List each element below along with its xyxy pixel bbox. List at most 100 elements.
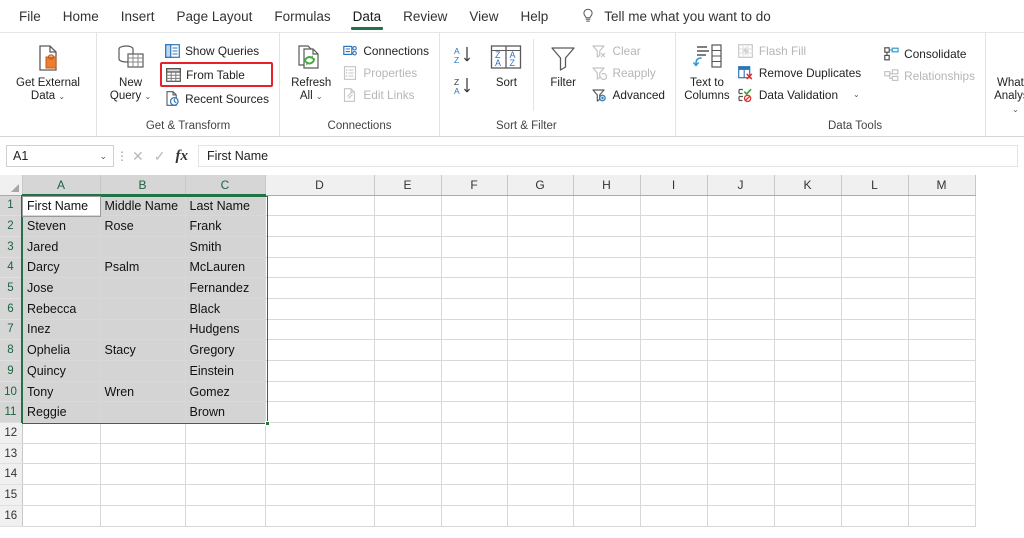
cell-A8[interactable]: Ophelia [22, 339, 101, 361]
cell-A3[interactable]: Jared [22, 236, 101, 258]
row-header-9[interactable]: 9 [0, 360, 23, 382]
cell-H10[interactable] [573, 381, 641, 403]
cell-G3[interactable] [507, 236, 574, 258]
cell-E10[interactable] [374, 381, 442, 403]
cell-D13[interactable] [265, 443, 375, 465]
cell-K10[interactable] [774, 381, 842, 403]
cell-G7[interactable] [507, 319, 574, 341]
cell-J7[interactable] [707, 319, 775, 341]
cell-J9[interactable] [707, 360, 775, 382]
cell-H11[interactable] [573, 401, 641, 424]
tell-me-search[interactable]: Tell me what you want to do [581, 8, 771, 24]
chevron-down-icon[interactable]: ⌄ [853, 90, 860, 99]
cell-L3[interactable] [841, 236, 909, 258]
row-header-4[interactable]: 4 [0, 257, 23, 279]
row-header-12[interactable]: 12 [0, 422, 23, 444]
row-header-2[interactable]: 2 [0, 215, 23, 237]
name-box[interactable]: A1 ⌄ [6, 145, 114, 167]
cell-K1[interactable] [774, 195, 842, 217]
cell-G2[interactable] [507, 215, 574, 237]
what-if-analysis-button[interactable]: What-If Analysis ⌄ [992, 39, 1024, 116]
cell-L5[interactable] [841, 277, 909, 299]
ribbon-tab-file[interactable]: File [8, 0, 52, 33]
cell-M13[interactable] [908, 443, 976, 465]
cell-B3[interactable] [100, 236, 186, 258]
cell-E8[interactable] [374, 339, 442, 361]
ribbon-tab-formulas[interactable]: Formulas [263, 0, 341, 33]
cell-M4[interactable] [908, 257, 976, 279]
cell-F9[interactable] [441, 360, 508, 382]
cell-G9[interactable] [507, 360, 574, 382]
row-header-1[interactable]: 1 [0, 195, 23, 217]
cell-J11[interactable] [707, 401, 775, 424]
column-header-I[interactable]: I [640, 175, 708, 196]
cell-G15[interactable] [507, 484, 574, 506]
cell-I10[interactable] [640, 381, 708, 403]
chevron-down-icon[interactable]: ⌄ [58, 92, 65, 101]
cell-F10[interactable] [441, 381, 508, 403]
cell-L15[interactable] [841, 484, 909, 506]
advanced-filter-button[interactable]: Advanced [588, 84, 669, 105]
cell-B4[interactable]: Psalm [100, 257, 186, 279]
cell-A2[interactable]: Steven [22, 215, 101, 237]
cell-C2[interactable]: Frank [185, 215, 266, 237]
formula-bar-grip[interactable]: ⋮ [114, 149, 130, 163]
cell-F13[interactable] [441, 443, 508, 465]
get-external-data-button[interactable]: Get External Data ⌄ [6, 39, 90, 103]
cell-J6[interactable] [707, 298, 775, 320]
cell-F11[interactable] [441, 401, 508, 424]
cell-M5[interactable] [908, 277, 976, 299]
cell-I14[interactable] [640, 463, 708, 486]
cell-I5[interactable] [640, 277, 708, 299]
cell-F12[interactable] [441, 422, 508, 444]
cell-F2[interactable] [441, 215, 508, 237]
cell-H3[interactable] [573, 236, 641, 258]
cell-L6[interactable] [841, 298, 909, 320]
cell-A10[interactable]: Tony [22, 381, 101, 403]
row-header-10[interactable]: 10 [0, 381, 23, 403]
cell-G6[interactable] [507, 298, 574, 320]
cell-F5[interactable] [441, 277, 508, 299]
cell-M14[interactable] [908, 463, 976, 486]
cell-C14[interactable] [185, 463, 266, 486]
cell-A14[interactable] [22, 463, 101, 486]
cell-M8[interactable] [908, 339, 976, 361]
cell-K12[interactable] [774, 422, 842, 444]
ribbon-tab-insert[interactable]: Insert [110, 0, 166, 33]
text-to-columns-button[interactable]: Text to Columns [682, 39, 732, 103]
cell-A16[interactable] [22, 505, 101, 527]
cell-B16[interactable] [100, 505, 186, 527]
cell-A11[interactable]: Reggie [22, 401, 101, 424]
cell-I6[interactable] [640, 298, 708, 320]
cell-D7[interactable] [265, 319, 375, 341]
cell-C6[interactable]: Black [185, 298, 266, 320]
fill-handle[interactable] [265, 420, 270, 426]
cell-F8[interactable] [441, 339, 508, 361]
row-header-16[interactable]: 16 [0, 505, 23, 527]
cell-I2[interactable] [640, 215, 708, 237]
cell-K11[interactable] [774, 401, 842, 424]
column-header-K[interactable]: K [774, 175, 842, 196]
cell-G13[interactable] [507, 443, 574, 465]
cell-M12[interactable] [908, 422, 976, 444]
ribbon-tab-page-layout[interactable]: Page Layout [166, 0, 264, 33]
cell-I16[interactable] [640, 505, 708, 527]
cell-J14[interactable] [707, 463, 775, 486]
cell-E13[interactable] [374, 443, 442, 465]
cell-M11[interactable] [908, 401, 976, 424]
cell-H12[interactable] [573, 422, 641, 444]
cell-H2[interactable] [573, 215, 641, 237]
ribbon-tab-home[interactable]: Home [52, 0, 110, 33]
cell-E14[interactable] [374, 463, 442, 486]
cell-D5[interactable] [265, 277, 375, 299]
cell-E7[interactable] [374, 319, 442, 341]
cell-M1[interactable] [908, 195, 976, 217]
cell-D11[interactable] [265, 401, 375, 424]
cell-I7[interactable] [640, 319, 708, 341]
cell-B6[interactable] [100, 298, 186, 320]
row-header-3[interactable]: 3 [0, 236, 23, 258]
cell-D12[interactable] [265, 422, 375, 444]
cell-J2[interactable] [707, 215, 775, 237]
cell-H16[interactable] [573, 505, 641, 527]
ribbon-tab-data[interactable]: Data [342, 0, 393, 33]
